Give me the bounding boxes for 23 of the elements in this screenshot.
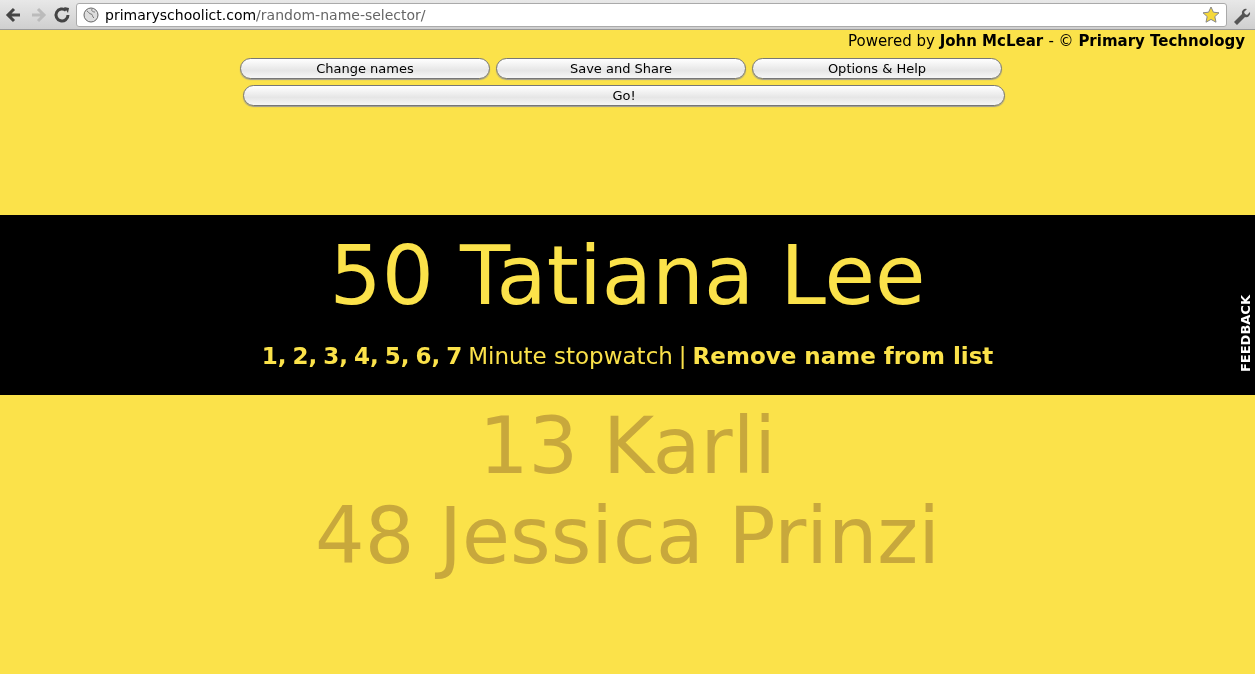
minute-link[interactable]: 1, — [261, 343, 287, 369]
toolbar-button[interactable]: Change names — [240, 58, 490, 79]
star-icon[interactable] — [1202, 5, 1220, 24]
remove-name-link[interactable]: Remove name from list — [692, 343, 994, 369]
minute-link[interactable]: 5, — [384, 343, 410, 369]
minute-link[interactable]: 6, — [415, 343, 441, 369]
address-bar[interactable]: primaryschoolict.com/random-name-selector/ — [76, 2, 1227, 27]
minute-link[interactable]: 7 — [446, 343, 463, 369]
minute-link[interactable]: 3, — [323, 343, 348, 369]
credit-text: Powered by John McLear - © Primary Technology — [847, 31, 1246, 50]
url-text: primaryschoolict.com/random-name-selector/ — [105, 6, 426, 23]
feedback-tab[interactable]: FEEDBACK — [1238, 295, 1253, 373]
go-button[interactable]: Go! — [243, 85, 1005, 106]
stopwatch-label: Minute stopwatch — [468, 343, 673, 369]
minute-link[interactable]: 4, — [353, 343, 379, 369]
toolbar-button[interactable]: Options & Help — [752, 58, 1002, 79]
minute-link[interactable]: 2, — [292, 343, 318, 369]
globe-icon — [83, 6, 99, 23]
reload-icon[interactable] — [52, 4, 72, 25]
divider-text: | — [678, 343, 687, 369]
upcoming-name: 13 Karli — [477, 407, 777, 485]
toolbar-button[interactable]: Save and Share — [496, 58, 746, 79]
selected-name: 50 Tatiana Lee — [329, 235, 926, 317]
